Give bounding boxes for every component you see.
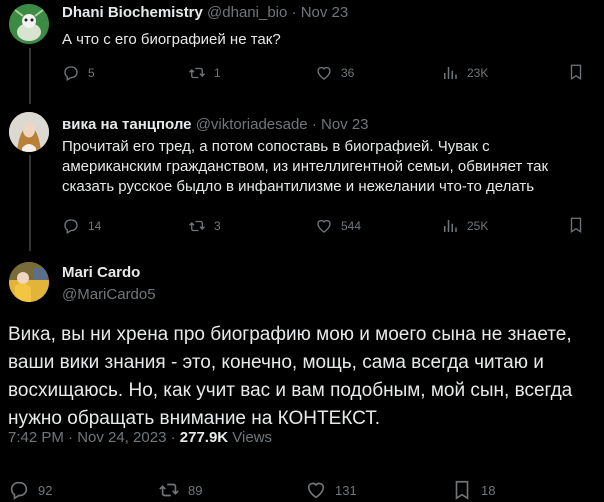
retweet-icon [159,483,179,497]
reply-icon [64,219,78,234]
views-button[interactable]: 25K [441,216,488,236]
like-count: 36 [341,66,355,80]
retweet-count: 89 [188,482,203,498]
separator: · [311,116,317,133]
reply-button[interactable]: 92 [8,480,52,500]
reply-button[interactable]: 5 [62,63,95,83]
like-button[interactable]: 36 [315,63,354,83]
separator: · [291,4,297,21]
like-icon [317,219,331,233]
action-bar: 5 1 36 23K [62,63,582,83]
avatar[interactable] [9,262,49,302]
author-name[interactable]: вика на танцполе [62,116,192,133]
reply-tweet-1[interactable]: Dhani Biochemistry @dhani_bio · Nov 23 А… [0,0,604,100]
tweet-text: Прочитай его тред, а потом сопоставь в б… [62,138,549,195]
reply-icon [10,481,28,500]
like-count: 131 [335,482,357,498]
tweet-meta: 7:42 PM · Nov 24, 2023 · 277.9K Views [8,429,272,446]
retweet-button[interactable]: 3 [188,216,221,236]
reply-button[interactable]: 14 [62,216,101,236]
bookmark-count: 18 [481,482,496,498]
reply-tweet-2[interactable]: вика на танцполе @viktoriadesade · Nov 2… [0,106,604,246]
views-icon [444,67,457,79]
views-label: Views [228,429,273,446]
main-tweet-text: Вика, вы ни хрена про биографию мою и мо… [8,324,573,429]
like-count: 544 [341,219,362,233]
reply-icon [64,66,78,81]
views-button[interactable]: 23K [441,63,488,83]
views-icon [444,220,457,232]
author-name[interactable]: Dhani Biochemistry [62,4,203,21]
tweet-text: А что с его биографией не так? [62,31,281,48]
tweet-date[interactable]: Nov 23 [321,116,369,133]
retweet-count: 3 [214,219,221,233]
tweet-date[interactable]: Nov 23 [301,4,349,21]
bookmark-button[interactable] [567,63,585,84]
retweet-icon [189,220,205,232]
like-icon [307,482,325,499]
bookmark-icon [570,217,582,234]
action-bar: 14 3 544 25K [62,216,582,236]
retweet-button[interactable]: 89 [158,480,202,500]
views-count: 23K [467,66,489,80]
retweet-count: 1 [214,66,221,80]
author-name[interactable]: Mari Cardo [62,264,140,281]
author-handle[interactable]: @dhani_bio [207,4,287,21]
tweet-timestamp[interactable]: 7:42 PM · Nov 24, 2023 · [8,429,180,446]
avatar[interactable] [9,4,49,44]
author-handle[interactable]: @MariCardo5 [62,286,156,303]
bookmark-button[interactable] [567,216,585,237]
author-handle[interactable]: @viktoriadesade [196,116,308,133]
views-count: 277.9K [179,429,229,446]
views-count: 25K [467,219,489,233]
bookmark-icon [570,64,582,81]
bookmark-button[interactable]: 18 [451,480,495,500]
bookmark-icon [455,480,469,500]
reply-count: 5 [88,66,95,80]
retweet-button[interactable]: 1 [188,63,221,83]
reply-count: 92 [38,482,53,498]
like-button[interactable]: 544 [315,216,361,236]
main-action-bar: 92 89 131 18 [8,480,598,502]
like-button[interactable]: 131 [305,480,357,500]
like-icon [317,66,331,80]
retweet-icon [189,67,205,79]
avatar[interactable] [9,112,49,152]
reply-count: 14 [88,219,102,233]
